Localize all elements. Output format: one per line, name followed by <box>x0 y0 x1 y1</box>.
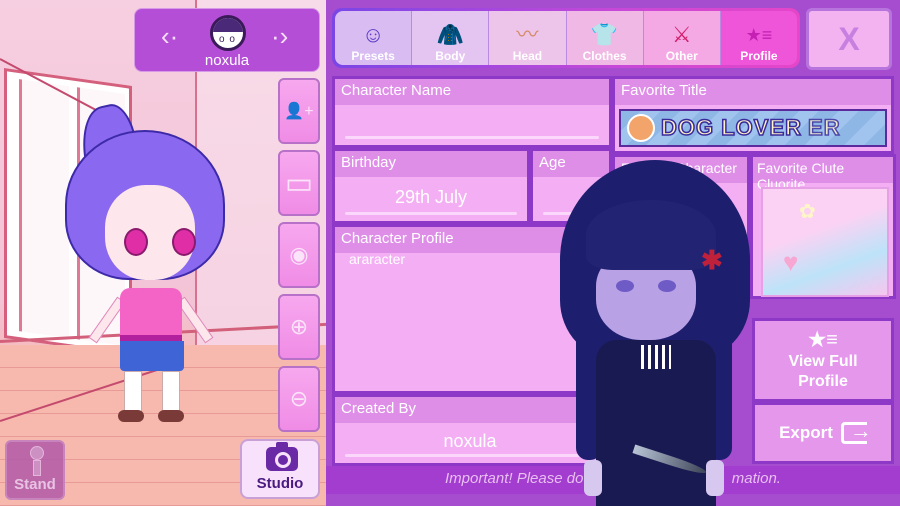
sword-cat-icon: ⚔ <box>671 22 692 47</box>
tab-head[interactable]: 〰 Head <box>489 11 567 65</box>
view-full-profile-label: Profile <box>798 373 848 390</box>
character-shoe <box>118 410 144 422</box>
view-full-profile-label: View Full <box>788 353 858 370</box>
field-label: Character Name <box>335 79 609 105</box>
character-fringe <box>586 200 716 270</box>
chevron-left-icon[interactable]: ‹· <box>161 23 178 49</box>
stand-label: Stand <box>14 476 56 493</box>
close-button[interactable]: X <box>806 8 892 70</box>
view-full-profile-button[interactable]: ★≡ View Full Profile <box>752 318 894 402</box>
tab-label: Head <box>512 49 543 63</box>
visibility-button[interactable]: ◉ <box>278 222 320 288</box>
close-icon: X <box>838 20 860 57</box>
zoom-in-icon: ⊕ <box>289 314 309 339</box>
character-hand <box>584 460 602 496</box>
studio-button[interactable]: Studio <box>240 439 320 499</box>
tab-clothes[interactable]: 👕 Clothes <box>566 11 644 65</box>
tab-presets[interactable]: ☺ Presets <box>335 11 413 65</box>
tab-label: Other <box>665 49 698 63</box>
character-avatar[interactable]: o o <box>210 15 246 51</box>
favorite-title-banner[interactable]: DOG LOVER ER <box>619 109 887 147</box>
character-name-field[interactable]: Character Name <box>332 76 612 148</box>
zoom-out-button[interactable]: ⊖ <box>278 366 320 432</box>
anger-mark-icon: ✱ <box>701 245 723 275</box>
tab-other[interactable]: ⚔ Other <box>643 11 721 65</box>
tab-label: Profile <box>740 49 778 63</box>
character-shirt <box>120 288 182 338</box>
character-shorts <box>120 341 184 371</box>
zoom-out-icon: ⊖ <box>289 386 309 411</box>
category-tabs: ☺ Presets 🧥 Body 〰 Head 👕 Clothes ⚔ Othe… <box>332 8 800 68</box>
favorite-cute-field[interactable]: Favorite Clute Cluorite ✿ ♥ <box>750 154 896 299</box>
overlay-character: ✱ <box>556 160 756 506</box>
star-list-icon: ★≡ <box>745 25 773 45</box>
tab-profile[interactable]: ★≡ Profile <box>720 11 798 65</box>
person-outline-icon: ☺ <box>361 22 385 47</box>
bow-icon: ✿ <box>799 201 816 223</box>
stand-figure-icon <box>29 446 45 476</box>
corgi-icon <box>627 114 655 142</box>
add-person-icon: 👤+ <box>284 103 314 120</box>
studio-label: Studio <box>256 475 304 492</box>
field-label: Favorite Clute Cluorite <box>753 157 893 192</box>
character-eye <box>124 228 148 256</box>
character-collar <box>641 345 671 369</box>
input-underline <box>345 136 599 139</box>
favorite-title-field[interactable]: Favorite Title DOG LOVER ER <box>612 76 894 154</box>
selected-character-name: noxula <box>204 52 250 69</box>
camera-icon <box>266 442 298 471</box>
birthday-field[interactable]: Birthday 29th July <box>332 148 530 224</box>
hair-icon: 〰 <box>516 22 539 47</box>
background-button[interactable]: ▭ <box>278 150 320 216</box>
character-leg <box>124 371 142 413</box>
input-underline <box>345 212 517 215</box>
character-leg <box>162 371 180 413</box>
avatar-eyes: o o <box>219 34 236 45</box>
field-label: Birthday <box>335 151 527 177</box>
character-eye <box>616 280 634 292</box>
field-label: Favorite Title <box>615 79 891 105</box>
favorite-title-text: DOG LOVER <box>660 114 803 141</box>
favorite-title-suffix: ER <box>807 114 841 141</box>
character-scene: ‹· o o ·› noxula 👤+ ▭ ◉ ⊕ ⊖ Stand Studio <box>0 0 326 506</box>
stand-button[interactable]: Stand <box>5 440 65 500</box>
export-label: Export <box>779 423 833 442</box>
character-noxula[interactable] <box>60 100 230 430</box>
birthday-value: 29th July <box>394 187 468 207</box>
eye-icon: ◉ <box>289 242 309 267</box>
tab-label: Clothes <box>582 49 627 63</box>
chevron-right-icon[interactable]: ·› <box>271 23 288 49</box>
character-hand <box>706 460 724 496</box>
character-arm <box>176 296 214 344</box>
cute-sticker-image: ✿ ♥ <box>761 187 889 297</box>
tab-label: Presets <box>351 49 395 63</box>
character-eye <box>658 280 676 292</box>
tab-body[interactable]: 🧥 Body <box>412 11 490 65</box>
jacket-icon: 🧥 <box>436 22 464 47</box>
export-icon <box>840 418 872 444</box>
image-icon: ▭ <box>284 166 314 200</box>
heart-icon: ♥ <box>783 247 799 277</box>
export-button[interactable]: Export <box>752 402 894 464</box>
add-character-button[interactable]: 👤+ <box>278 78 320 144</box>
character-selector: ‹· o o ·› noxula <box>134 8 320 72</box>
star-list-icon: ★≡ <box>808 329 838 351</box>
tab-label: Body <box>435 49 466 63</box>
zoom-in-button[interactable]: ⊕ <box>278 294 320 360</box>
tshirt-icon: 👕 <box>590 22 619 47</box>
character-eye <box>172 228 196 256</box>
character-shoe <box>158 410 184 422</box>
avatar-hair <box>213 18 243 32</box>
